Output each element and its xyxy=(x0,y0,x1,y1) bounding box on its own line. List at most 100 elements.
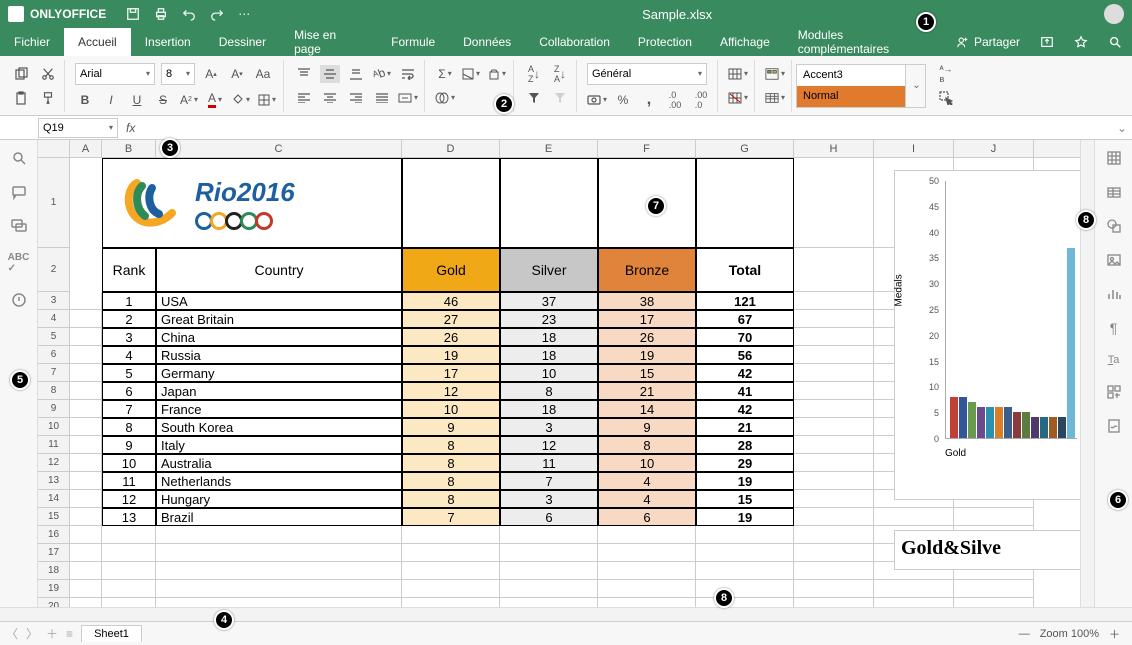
zoom-in-icon[interactable]: ＋ xyxy=(1109,626,1120,642)
strike-button[interactable]: S xyxy=(153,91,173,109)
chat-icon[interactable] xyxy=(11,218,27,234)
row-4[interactable]: 4 xyxy=(38,310,69,328)
italic-button[interactable]: I xyxy=(101,91,121,109)
align-center-icon[interactable] xyxy=(320,89,340,107)
menu-modules complémentaires[interactable]: Modules complémentaires xyxy=(784,28,946,56)
sort-asc-icon[interactable]: AZ↓ xyxy=(524,65,544,83)
search-icon[interactable] xyxy=(1098,28,1132,56)
row-19[interactable]: 19 xyxy=(38,580,69,598)
row-17[interactable]: 17 xyxy=(38,544,69,562)
named-range-icon[interactable]: ▾ xyxy=(435,89,455,107)
menu-insertion[interactable]: Insertion xyxy=(131,28,205,56)
wrap-text-icon[interactable] xyxy=(398,65,418,83)
change-case-icon[interactable]: Aa xyxy=(253,65,273,83)
merge-icon[interactable]: ▾ xyxy=(398,89,418,107)
undo-icon[interactable] xyxy=(182,7,196,21)
increase-decimal-icon[interactable]: .00.0 xyxy=(691,91,711,109)
row-10[interactable]: 10 xyxy=(38,418,69,436)
row-20[interactable]: 20 xyxy=(38,598,69,607)
col-C[interactable]: C xyxy=(156,140,402,157)
row-18[interactable]: 18 xyxy=(38,562,69,580)
row-2[interactable]: 2 xyxy=(38,248,69,292)
align-left-icon[interactable] xyxy=(294,89,314,107)
menu-fichier[interactable]: Fichier xyxy=(0,28,64,56)
align-justify-icon[interactable] xyxy=(372,89,392,107)
textart-settings-icon[interactable]: Ta xyxy=(1108,354,1120,366)
clear-icon[interactable]: ▾ xyxy=(487,65,507,83)
menu-mise en page[interactable]: Mise en page xyxy=(280,28,377,56)
horizontal-scrollbar[interactable] xyxy=(0,607,1132,621)
clear-filter-icon[interactable] xyxy=(550,89,570,107)
sheet-tab[interactable]: Sheet1 xyxy=(81,625,142,642)
fill-icon[interactable]: ▾ xyxy=(461,65,481,83)
fontsize-select[interactable]: 8▾ xyxy=(161,63,195,85)
sheet-prev-icon[interactable]: 〈 xyxy=(6,625,18,642)
subscript-icon[interactable]: A2▾ xyxy=(179,91,199,109)
expand-fbar-icon[interactable]: ⌄ xyxy=(1112,121,1132,135)
paste-icon[interactable] xyxy=(12,89,32,107)
image-settings-icon[interactable] xyxy=(1106,252,1122,268)
align-top-icon[interactable] xyxy=(294,65,314,83)
decrease-font-icon[interactable]: A▾ xyxy=(227,65,247,83)
row-14[interactable]: 14 xyxy=(38,490,69,508)
sort-desc-icon[interactable]: ZA↓ xyxy=(550,65,570,83)
spellcheck-icon[interactable]: ABC✓ xyxy=(8,252,30,274)
currency-icon[interactable]: ▾ xyxy=(587,91,607,109)
number-format-select[interactable]: Général▾ xyxy=(587,63,707,85)
autosum-icon[interactable]: Σ▾ xyxy=(435,65,455,83)
chart-title-2[interactable]: Gold&Silve xyxy=(894,530,1080,570)
col-A[interactable]: A xyxy=(70,140,102,157)
row-16[interactable]: 16 xyxy=(38,526,69,544)
row-7[interactable]: 7 xyxy=(38,364,69,382)
borders-icon[interactable]: ▾ xyxy=(257,91,277,109)
sheet-area[interactable]: ABCDEFGHIJ 12345678910111213141516171819… xyxy=(38,140,1080,607)
share-button[interactable]: Partager xyxy=(946,28,1030,56)
filter-icon[interactable] xyxy=(524,89,544,107)
more-icon[interactable]: ⋯ xyxy=(238,7,250,21)
font-color-icon[interactable]: A▾ xyxy=(205,91,225,109)
col-D[interactable]: D xyxy=(402,140,500,157)
fx-icon[interactable]: fx xyxy=(118,121,143,135)
row-5[interactable]: 5 xyxy=(38,328,69,346)
sheet-list-icon[interactable]: ≡ xyxy=(66,627,73,641)
save-icon[interactable] xyxy=(126,7,140,21)
increase-font-icon[interactable]: A▴ xyxy=(201,65,221,83)
menu-affichage[interactable]: Affichage xyxy=(706,28,784,56)
replace-icon[interactable]: ᴬ→ʙ xyxy=(936,65,956,83)
cell-style-gallery[interactable]: Accent3 Normal xyxy=(796,64,906,108)
format-painter-icon[interactable] xyxy=(38,89,58,107)
align-middle-icon[interactable] xyxy=(320,65,340,83)
row-11[interactable]: 11 xyxy=(38,436,69,454)
format-table-icon[interactable]: ▾ xyxy=(765,89,785,107)
sheet-next-icon[interactable]: 〉 xyxy=(26,625,38,642)
percent-icon[interactable]: % xyxy=(613,91,633,109)
align-right-icon[interactable] xyxy=(346,89,366,107)
name-box[interactable]: Q19▾ xyxy=(38,118,118,138)
col-J[interactable]: J xyxy=(954,140,1034,157)
select-icon[interactable] xyxy=(936,89,956,107)
find-icon[interactable] xyxy=(11,150,27,166)
comments-icon[interactable] xyxy=(11,184,27,200)
menu-protection[interactable]: Protection xyxy=(624,28,706,56)
user-avatar[interactable] xyxy=(1104,4,1124,24)
col-B[interactable]: B xyxy=(102,140,156,157)
menu-dessiner[interactable]: Dessiner xyxy=(205,28,280,56)
underline-button[interactable]: U xyxy=(127,91,147,109)
insert-cells-icon[interactable]: ▾ xyxy=(728,65,748,83)
bold-button[interactable]: B xyxy=(75,91,95,109)
col-E[interactable]: E xyxy=(500,140,598,157)
signature-settings-icon[interactable] xyxy=(1106,418,1122,434)
style-dropdown-icon[interactable]: ⌄ xyxy=(906,64,926,108)
conditional-format-icon[interactable]: ▾ xyxy=(765,65,785,83)
row-1[interactable]: 1 xyxy=(38,158,69,248)
col-F[interactable]: F xyxy=(598,140,696,157)
comma-icon[interactable]: , xyxy=(639,91,659,109)
pivot-settings-icon[interactable] xyxy=(1106,384,1122,400)
print-icon[interactable] xyxy=(154,7,168,21)
menu-formule[interactable]: Formule xyxy=(377,28,449,56)
col-I[interactable]: I xyxy=(874,140,954,157)
row-13[interactable]: 13 xyxy=(38,472,69,490)
chart-medals[interactable]: Medals 05101520253035404550 Gold xyxy=(894,170,1080,500)
row-12[interactable]: 12 xyxy=(38,454,69,472)
cell-settings-icon[interactable] xyxy=(1106,150,1122,166)
